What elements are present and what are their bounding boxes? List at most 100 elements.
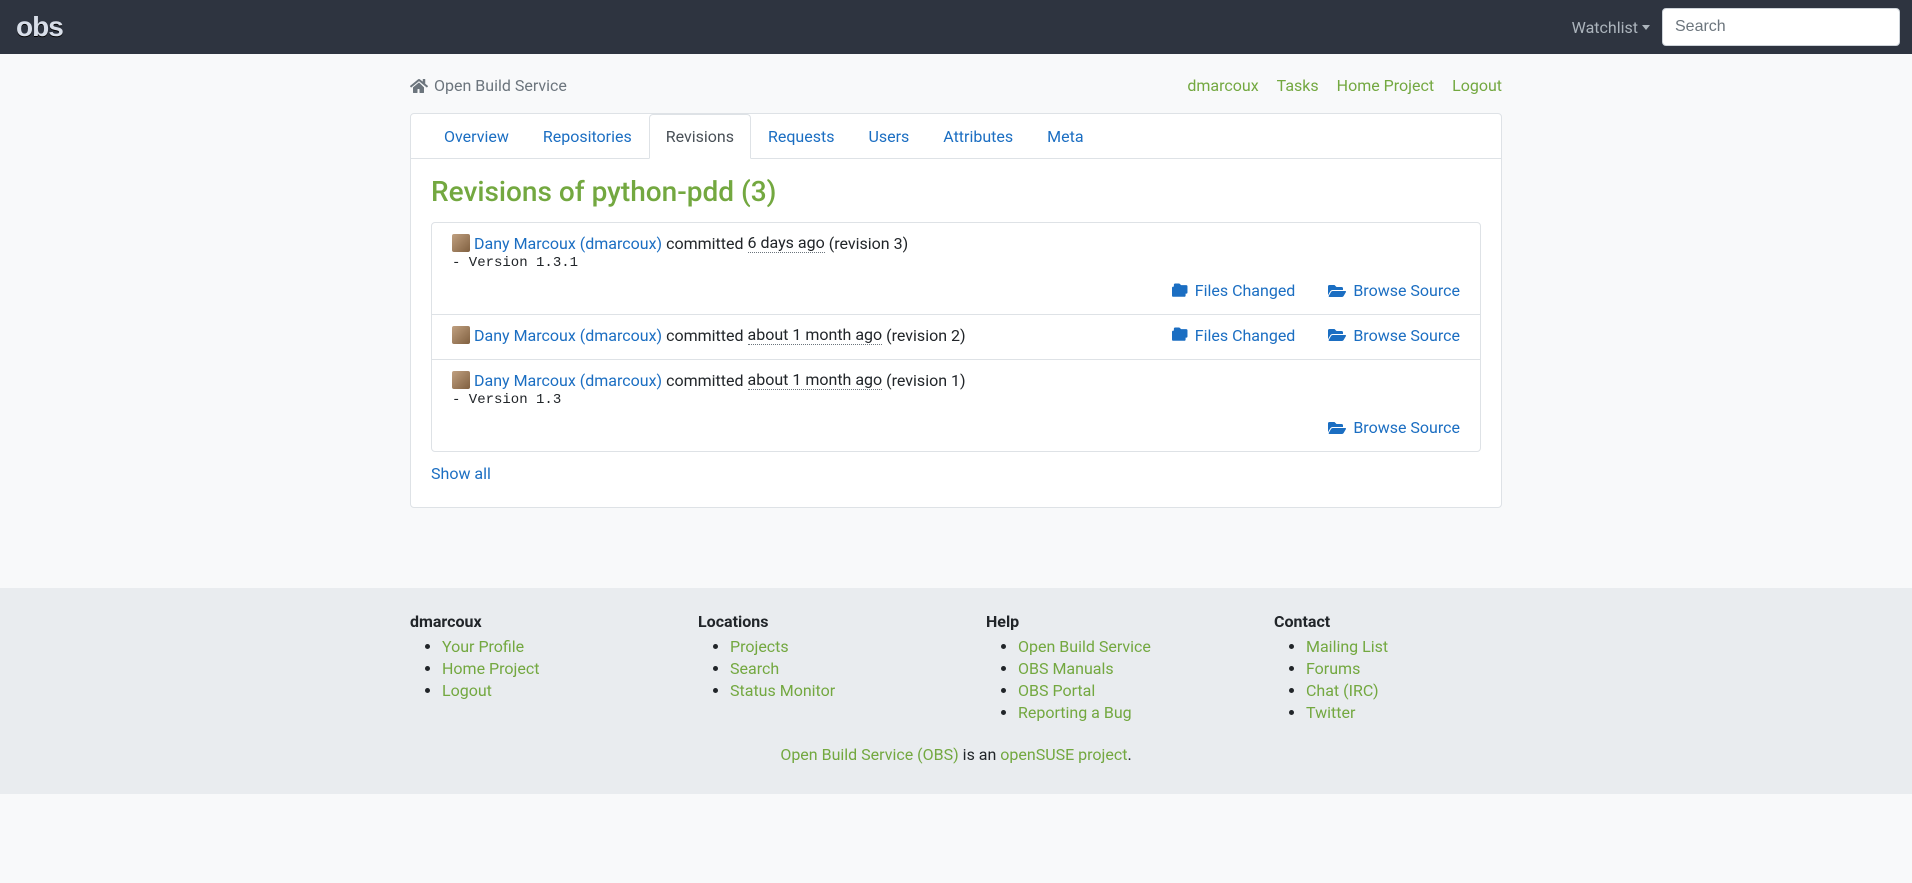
- tabs: Overview Repositories Revisions Requests…: [411, 114, 1501, 159]
- footer-opensuse-link[interactable]: openSUSE project: [1000, 745, 1127, 764]
- revision-actions: Files Changed Browse Source: [1171, 326, 1460, 345]
- footer-link[interactable]: Open Build Service: [1018, 637, 1151, 656]
- committed-word: committed: [666, 371, 743, 390]
- footer-link[interactable]: Your Profile: [442, 637, 524, 656]
- footer-link[interactable]: Twitter: [1306, 703, 1355, 722]
- browse-source-link[interactable]: Browse Source: [1327, 326, 1460, 345]
- files-changed-label: Files Changed: [1195, 326, 1296, 345]
- tab-attributes[interactable]: Attributes: [926, 114, 1030, 159]
- tab-overview[interactable]: Overview: [427, 114, 526, 159]
- footer-tagline-end: .: [1127, 745, 1131, 764]
- usernav-link-logout[interactable]: Logout: [1452, 76, 1502, 95]
- folder-open-icon: [1327, 283, 1347, 299]
- revision-actions: Files Changed Browse Source: [452, 281, 1460, 300]
- tab-revisions[interactable]: Revisions: [649, 114, 751, 159]
- timestamp: about 1 month ago: [748, 325, 883, 345]
- files-changed-link[interactable]: Files Changed: [1171, 326, 1296, 345]
- footer-link[interactable]: Mailing List: [1306, 637, 1388, 656]
- footer-link[interactable]: OBS Portal: [1018, 681, 1095, 700]
- revision-header: Dany Marcoux (dmarcoux) committed about …: [452, 325, 966, 345]
- revision-label: (revision 3): [829, 234, 908, 253]
- tab-requests[interactable]: Requests: [751, 114, 852, 159]
- commit-message: - Version 1.3.1: [452, 255, 1460, 271]
- logo[interactable]: obs: [16, 11, 63, 43]
- files-icon: [1171, 283, 1189, 299]
- avatar: [452, 234, 470, 252]
- footer-col-help: Help Open Build Service OBS Manuals OBS …: [986, 612, 1214, 725]
- search-input[interactable]: [1662, 8, 1900, 46]
- footer-col-title: Locations: [698, 612, 926, 631]
- files-changed-link[interactable]: Files Changed: [1171, 281, 1296, 300]
- footer-col-title: Help: [986, 612, 1214, 631]
- footer-col-contact: Contact Mailing List Forums Chat (IRC) T…: [1274, 612, 1502, 725]
- footer-tagline-mid: is an: [959, 745, 1001, 764]
- revision-item: Dany Marcoux (dmarcoux) committed 6 days…: [432, 223, 1480, 315]
- revision-header: Dany Marcoux (dmarcoux) committed about …: [452, 370, 1460, 390]
- tab-repositories[interactable]: Repositories: [526, 114, 649, 159]
- top-navbar: obs Watchlist: [0, 0, 1912, 54]
- tab-meta[interactable]: Meta: [1030, 114, 1100, 159]
- footer-link[interactable]: Forums: [1306, 659, 1360, 678]
- author-link[interactable]: Dany Marcoux (dmarcoux): [474, 371, 662, 390]
- card-body: Revisions of python-pdd (3) Dany Marcoux…: [411, 159, 1501, 507]
- revision-item: Dany Marcoux (dmarcoux) committed about …: [432, 315, 1480, 360]
- footer-link[interactable]: OBS Manuals: [1018, 659, 1114, 678]
- browse-source-label: Browse Source: [1353, 281, 1460, 300]
- footer: dmarcoux Your Profile Home Project Logou…: [0, 588, 1912, 794]
- browse-source-link[interactable]: Browse Source: [1327, 281, 1460, 300]
- commit-message: - Version 1.3: [452, 392, 1460, 408]
- footer-obs-link[interactable]: Open Build Service (OBS): [780, 745, 958, 764]
- author-link[interactable]: Dany Marcoux (dmarcoux): [474, 234, 662, 253]
- folder-open-icon: [1327, 327, 1347, 343]
- timestamp: 6 days ago: [748, 233, 825, 253]
- revision-label: (revision 1): [886, 371, 965, 390]
- revision-actions: Browse Source: [452, 418, 1460, 437]
- files-changed-label: Files Changed: [1195, 281, 1296, 300]
- home-icon: [410, 78, 428, 94]
- watchlist-label: Watchlist: [1572, 18, 1638, 37]
- footer-link[interactable]: Home Project: [442, 659, 539, 678]
- browse-source-link[interactable]: Browse Source: [1327, 418, 1460, 437]
- author-link[interactable]: Dany Marcoux (dmarcoux): [474, 326, 662, 345]
- footer-tagline: Open Build Service (OBS) is an openSUSE …: [410, 745, 1502, 764]
- main-card: Overview Repositories Revisions Requests…: [410, 113, 1502, 508]
- revision-label: (revision 2): [886, 326, 965, 345]
- navbar-left: obs: [12, 11, 63, 43]
- chevron-down-icon: [1642, 25, 1650, 30]
- footer-link[interactable]: Reporting a Bug: [1018, 703, 1132, 722]
- committed-word: committed: [666, 326, 743, 345]
- usernav-link-home-project[interactable]: Home Project: [1337, 76, 1434, 95]
- navbar-right: Watchlist: [1572, 8, 1900, 46]
- footer-link[interactable]: Chat (IRC): [1306, 681, 1379, 700]
- revision-header: Dany Marcoux (dmarcoux) committed 6 days…: [452, 233, 1460, 253]
- timestamp: about 1 month ago: [748, 370, 883, 390]
- browse-source-label: Browse Source: [1353, 326, 1460, 345]
- top-row: Open Build Service dmarcoux Tasks Home P…: [410, 54, 1502, 113]
- revision-item: Dany Marcoux (dmarcoux) committed about …: [432, 360, 1480, 451]
- footer-link[interactable]: Search: [730, 659, 779, 678]
- footer-link[interactable]: Projects: [730, 637, 789, 656]
- tab-users[interactable]: Users: [851, 114, 926, 159]
- footer-link[interactable]: Logout: [442, 681, 492, 700]
- files-icon: [1171, 327, 1189, 343]
- breadcrumb: Open Build Service: [410, 76, 567, 95]
- usernav-link-user[interactable]: dmarcoux: [1187, 76, 1258, 95]
- footer-col-title: Contact: [1274, 612, 1502, 631]
- user-nav: dmarcoux Tasks Home Project Logout: [1187, 76, 1502, 95]
- folder-open-icon: [1327, 420, 1347, 436]
- footer-col-user: dmarcoux Your Profile Home Project Logou…: [410, 612, 638, 725]
- watchlist-dropdown[interactable]: Watchlist: [1572, 18, 1650, 37]
- avatar: [452, 371, 470, 389]
- breadcrumb-home[interactable]: Open Build Service: [434, 76, 567, 95]
- footer-col-locations: Locations Projects Search Status Monitor: [698, 612, 926, 725]
- page-title: Revisions of python-pdd (3): [431, 175, 1481, 208]
- avatar: [452, 326, 470, 344]
- show-all-link[interactable]: Show all: [431, 464, 491, 483]
- revision-list: Dany Marcoux (dmarcoux) committed 6 days…: [431, 222, 1481, 452]
- committed-word: committed: [666, 234, 743, 253]
- browse-source-label: Browse Source: [1353, 418, 1460, 437]
- footer-columns: dmarcoux Your Profile Home Project Logou…: [410, 612, 1502, 725]
- footer-col-title: dmarcoux: [410, 612, 638, 631]
- footer-link[interactable]: Status Monitor: [730, 681, 835, 700]
- usernav-link-tasks[interactable]: Tasks: [1277, 76, 1319, 95]
